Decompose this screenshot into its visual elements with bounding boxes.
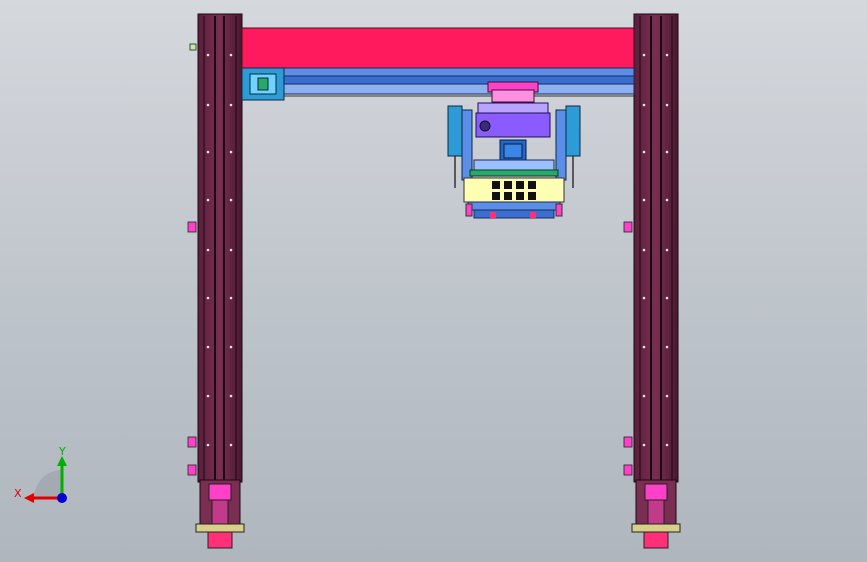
left-column (187, 13, 245, 549)
gantry-model[interactable]: Y X (0, 0, 867, 562)
axis-triad (24, 456, 67, 503)
cad-viewport[interactable]: Y X (0, 0, 867, 562)
gripper-head (447, 81, 581, 219)
x-axis-label: X (14, 487, 22, 500)
cross-beam (241, 27, 635, 101)
y-axis-label: Y (58, 445, 66, 458)
